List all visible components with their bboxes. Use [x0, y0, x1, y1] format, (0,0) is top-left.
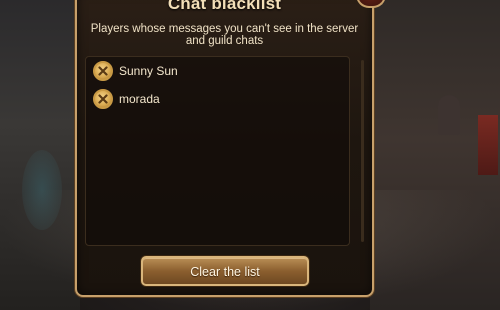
game-screen: Chat blacklist Players whose messages yo… — [0, 0, 500, 310]
player-name: Sunny Sun — [119, 64, 178, 78]
remove-player-button[interactable] — [93, 61, 113, 81]
close-icon — [98, 66, 108, 76]
background-banner — [478, 115, 498, 175]
dialog-subtitle: Players whose messages you can't see in … — [90, 23, 359, 47]
close-icon — [98, 94, 108, 104]
list-item: morada — [93, 89, 333, 111]
list-scrollbar[interactable] — [361, 60, 364, 242]
dialog-title: Chat blacklist — [167, 0, 282, 13]
clear-list-label: Clear the list — [190, 265, 260, 279]
blacklist-list — [85, 56, 350, 246]
list-item: Sunny Sun — [93, 61, 333, 83]
player-name: morada — [119, 92, 160, 106]
clear-list-button[interactable]: Clear the list — [141, 256, 309, 286]
remove-player-button[interactable] — [93, 89, 113, 109]
background-tower — [438, 95, 460, 135]
